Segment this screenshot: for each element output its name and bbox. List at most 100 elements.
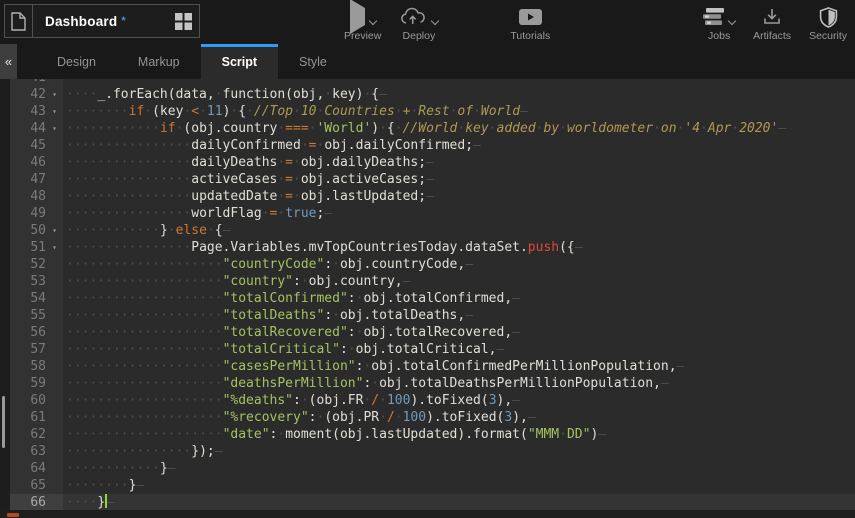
gutter-line-65: 65 [10, 477, 63, 494]
code-line-50[interactable]: ············}·else·{– [63, 222, 855, 239]
eol-marker: – [598, 427, 606, 442]
gutter-lines: 4142▾43▾44▾454647484950▾51▾5253545556575… [10, 79, 63, 510]
eol-marker: – [778, 121, 786, 136]
eol-marker: – [324, 206, 332, 221]
line-number: 44 [30, 120, 46, 137]
editor-gutter: 4142▾43▾44▾454647484950▾51▾5253545556575… [10, 79, 63, 510]
code-line-56[interactable]: ····················"totalRecovered":·ob… [63, 324, 855, 341]
toolbar-button-artifacts[interactable]: Artifacts [749, 3, 795, 44]
line-number: 43 [30, 103, 46, 120]
page-icon-button[interactable] [5, 5, 33, 37]
code-line-47[interactable]: ················activeCases·=·obj.active… [63, 171, 855, 188]
code-line-43[interactable]: ········if·(key·<·11)·{·//Top·10·Countri… [63, 103, 855, 120]
gutter-line-44: 44▾ [10, 120, 63, 137]
line-number: 47 [30, 171, 46, 188]
page-selector[interactable]: Dashboard * [4, 4, 200, 38]
gutter-line-51: 51▾ [10, 239, 63, 256]
fold-arrow-icon[interactable]: ▾ [46, 103, 63, 120]
line-number: 51 [30, 239, 46, 256]
left-panel-edge [0, 79, 10, 518]
caret-down-icon[interactable] [368, 17, 376, 25]
eol-marker: – [215, 444, 223, 459]
tab-script[interactable]: Script [201, 44, 278, 79]
gutter-line-48: 48 [10, 188, 63, 205]
code-line-51[interactable]: ················Page.Variables.mvTopCoun… [63, 239, 855, 256]
bottom-left-marker [7, 513, 19, 517]
code-line-64[interactable]: ············}– [63, 460, 855, 477]
code-line-61[interactable]: ····················"%recovery":·(obj.PR… [63, 409, 855, 426]
code-line-63[interactable]: ················});– [63, 443, 855, 460]
gutter-line-41: 41 [10, 79, 63, 86]
code-line-57[interactable]: ····················"totalCritical":·obj… [63, 341, 855, 358]
toolbar-button-label: Artifacts [753, 30, 791, 42]
code-line-62[interactable]: ····················"date":·moment(obj.l… [63, 426, 855, 443]
fold-arrow-icon[interactable]: ▾ [46, 86, 63, 103]
code-line-66[interactable]: ····}– [63, 494, 855, 510]
eol-marker: – [677, 359, 685, 374]
fold-arrow-icon[interactable]: ▾ [46, 239, 63, 256]
caret-down-icon[interactable] [431, 17, 439, 25]
gutter-line-54: 54 [10, 290, 63, 307]
tab-style[interactable]: Style [278, 44, 348, 79]
gutter-line-61: 61 [10, 409, 63, 426]
left-scrollbar-thumb[interactable] [2, 396, 5, 448]
gutter-line-59: 59 [10, 375, 63, 392]
page-icon [11, 12, 26, 31]
script-code-editor[interactable]: 4142▾43▾44▾454647484950▾51▾5253545556575… [0, 79, 855, 518]
toolbar-button-jobs[interactable]: Jobs [699, 3, 739, 44]
code-line-65[interactable]: ········}– [63, 477, 855, 494]
fold-arrow-icon[interactable]: ▾ [46, 222, 63, 239]
code-line-42[interactable]: ····_.forEach(data,·function(obj,·key)·{… [63, 86, 855, 103]
code-line-53[interactable]: ····················"country":·obj.count… [63, 273, 855, 290]
eol-marker: – [497, 342, 505, 357]
eol-marker: – [465, 308, 473, 323]
eol-marker: – [473, 138, 481, 153]
tab-bar: « DesignMarkupScriptStyle [0, 44, 855, 79]
code-line-44[interactable]: ············if·(obj.country·===·'World')… [63, 120, 855, 137]
gutter-line-42: 42▾ [10, 86, 63, 103]
gutter-line-56: 56 [10, 324, 63, 341]
code-line-54[interactable]: ····················"totalConfirmed":·ob… [63, 290, 855, 307]
code-line-55[interactable]: ····················"totalDeaths":·obj.t… [63, 307, 855, 324]
line-number: 61 [30, 409, 46, 426]
eol-marker: – [512, 325, 520, 340]
line-number: 54 [30, 290, 46, 307]
toolbar-button-deploy[interactable]: Deploy [395, 3, 442, 44]
toolbar-button-security[interactable]: Security [805, 3, 851, 44]
eol-marker: – [661, 376, 669, 391]
eol-marker: – [528, 410, 536, 425]
code-line-58[interactable]: ····················"casesPerMillion":·o… [63, 358, 855, 375]
code-line-48[interactable]: ················updatedDate·=·obj.lastUp… [63, 188, 855, 205]
eol-marker: – [465, 257, 473, 272]
code-line-60[interactable]: ····················"%deaths":·(obj.FR·/… [63, 392, 855, 409]
widget-grid-button[interactable] [167, 5, 199, 37]
editor-code-pane[interactable]: ····–····_.forEach(data,·function(obj,·k… [63, 79, 855, 510]
line-number: 53 [30, 273, 46, 290]
gutter-line-52: 52 [10, 256, 63, 273]
fold-arrow-icon[interactable]: ▾ [46, 120, 63, 137]
code-line-59[interactable]: ····················"deathsPerMillion":·… [63, 375, 855, 392]
code-line-49[interactable]: ················worldFlag·=·true;– [63, 205, 855, 222]
gutter-line-62: 62 [10, 426, 63, 443]
toolbar-button-tutorials[interactable]: Tutorials [506, 3, 554, 44]
line-number: 45 [30, 137, 46, 154]
gutter-line-47: 47 [10, 171, 63, 188]
code-line-52[interactable]: ····················"countryCode":·obj.c… [63, 256, 855, 273]
unsaved-changes-marker: * [121, 15, 125, 27]
eol-marker: – [426, 155, 434, 170]
code-line-41[interactable]: ····– [63, 79, 855, 86]
code-line-45[interactable]: ················dailyConfirmed·=·obj.dai… [63, 137, 855, 154]
toolbar-button-label: Preview [344, 30, 381, 42]
eol-marker: – [575, 240, 583, 255]
eol-marker: – [107, 495, 115, 510]
tab-design[interactable]: Design [36, 44, 117, 79]
collapse-panel-button[interactable]: « [0, 44, 17, 79]
gutter-line-60: 60 [10, 392, 63, 409]
tab-markup[interactable]: Markup [117, 44, 201, 79]
toolbar-button-preview[interactable]: Preview [340, 3, 385, 44]
chevron-double-left-icon: « [5, 54, 12, 69]
caret-down-icon[interactable] [728, 17, 736, 25]
jobs-stack-icon [703, 8, 724, 26]
code-line-46[interactable]: ················dailyDeaths·=·obj.dailyD… [63, 154, 855, 171]
line-number: 56 [30, 324, 46, 341]
